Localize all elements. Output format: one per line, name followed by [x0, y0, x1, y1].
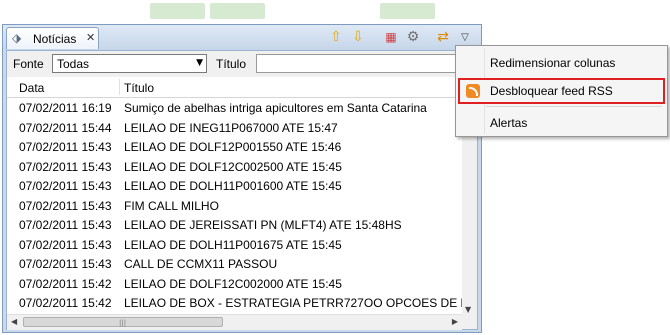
row-title: FIM CALL MILHO — [124, 198, 219, 213]
row-title: LEILAO DE DOLF12C002500 ATE 15:45 — [124, 159, 342, 174]
row-date: 07/02/2011 15:43 — [19, 218, 112, 232]
column-header-titulo[interactable]: Título — [124, 81, 154, 95]
panel-body: Fonte Todas ▼ Título Data Título 07/02/2… — [6, 50, 478, 330]
menu-item-label: Redimensionar colunas — [490, 56, 616, 70]
row-date: 07/02/2011 15:42 — [19, 296, 112, 310]
grid-icon[interactable]: ▦ — [381, 28, 401, 47]
row-date: 07/02/2011 15:42 — [19, 276, 112, 291]
table-row[interactable]: 07/02/2011 15:43 LEILAO DE DOLH11P001675 … — [7, 235, 462, 255]
menu-item-redimensionar-colunas[interactable]: Redimensionar colunas — [458, 50, 665, 76]
table-row[interactable]: 07/02/2011 15:43 LEILAO DE JEREISSATI PN … — [7, 215, 462, 235]
close-icon[interactable]: ✕ — [86, 31, 95, 44]
row-title: Sumiço de abelhas intriga apicultores em… — [124, 101, 427, 115]
row-date: 07/02/2011 15:43 — [19, 237, 112, 252]
titulo-label: Título — [216, 57, 247, 71]
news-panel: ⬗ Notícias ✕ ⇧ ⇩ ▦ ⚙ ⇄ ▽ Fonte Todas ▼ T… — [2, 24, 482, 333]
fonte-select-value: Todas — [57, 57, 90, 71]
column-header-data[interactable]: Data — [19, 81, 44, 95]
fonte-select[interactable]: Todas ▼ — [52, 54, 207, 73]
tag-icon: ⬗ — [12, 31, 22, 45]
table-row[interactable]: 07/02/2011 15:43 LEILAO DE DOLH11P001600 … — [7, 176, 462, 196]
table-row[interactable]: 07/02/2011 15:43 CALL DE CCMX11 PASSOU — [7, 254, 462, 274]
table-header: Data Título — [7, 77, 477, 98]
grip-icon: ||| — [119, 319, 127, 327]
rss-icon — [466, 84, 480, 98]
column-separator[interactable] — [119, 79, 120, 95]
blurred-cell — [150, 3, 205, 19]
row-date: 07/02/2011 15:43 — [19, 179, 112, 193]
tab-noticias[interactable]: ⬗ Notícias ✕ — [6, 27, 99, 49]
menu-item-desbloquear-feed-rss[interactable]: Desbloquear feed RSS — [458, 78, 665, 104]
row-title: LEILAO DE BOX - ESTRATEGIA PETRR727OO OP… — [124, 296, 462, 310]
row-date: 07/02/2011 15:44 — [19, 120, 112, 135]
table-row[interactable]: 07/02/2011 15:44 LEILAO DE INEG11P067000 … — [7, 118, 462, 138]
menu-item-alertas[interactable]: Alertas — [458, 110, 665, 136]
dropdown-arrow-icon: ▼ — [196, 58, 203, 68]
arrow-down-icon[interactable]: ⇩ — [348, 28, 368, 47]
scroll-right-icon[interactable]: ▶ — [452, 317, 458, 326]
table-row[interactable]: 07/02/2011 15:43 LEILAO DE DOLF12P001550 … — [7, 137, 462, 157]
scroll-left-icon[interactable]: ◀ — [11, 317, 17, 326]
menu-separator — [486, 106, 662, 107]
scrollbar-thumb[interactable]: ||| — [23, 317, 223, 327]
row-title: CALL DE CCMX11 PASSOU — [124, 257, 278, 271]
menu-item-label: Alertas — [490, 116, 528, 130]
row-title: LEILAO DE DOLH11P001600 ATE 15:45 — [124, 179, 342, 193]
resize-grip[interactable] — [462, 314, 477, 329]
news-list: 07/02/2011 16:19 Sumiço de abelhas intrig… — [7, 98, 462, 316]
blurred-cell — [210, 3, 265, 19]
menu-item-label: Desbloquear feed RSS — [490, 84, 613, 98]
table-row[interactable]: 07/02/2011 15:43 LEILAO DE DOLF12C002500 … — [7, 157, 462, 177]
context-menu: Redimensionar colunas Desbloquear feed R… — [455, 45, 668, 137]
horizontal-scrollbar[interactable]: ◀ ||| ▶ — [7, 314, 462, 330]
row-date: 07/02/2011 15:43 — [19, 198, 112, 213]
arrow-up-icon[interactable]: ⇧ — [326, 28, 346, 47]
panel-tabstrip: ⬗ Notícias ✕ ⇧ ⇩ ▦ ⚙ ⇄ ▽ — [3, 25, 481, 50]
row-title: LEILAO DE DOLF12P001550 ATE 15:46 — [124, 140, 342, 154]
row-title: LEILAO DE JEREISSATI PN (MLFT4) ATE 15:4… — [124, 218, 402, 232]
row-date: 07/02/2011 16:19 — [19, 101, 112, 115]
gear-icon[interactable]: ⚙ — [403, 28, 423, 47]
background-window-strip — [0, 0, 670, 24]
filter-bar: Fonte Todas ▼ Título — [7, 51, 477, 77]
row-title: LEILAO DE INEG11P067000 ATE 15:47 — [124, 120, 338, 135]
table-row[interactable]: 07/02/2011 16:19 Sumiço de abelhas intrig… — [7, 98, 462, 118]
refresh-icon[interactable]: ⇄ — [433, 28, 453, 47]
scroll-down-icon[interactable]: ▼ — [465, 305, 471, 314]
table-row[interactable]: 07/02/2011 15:42 LEILAO DE DOLF12C002000 … — [7, 274, 462, 294]
fonte-label: Fonte — [13, 57, 44, 71]
titulo-input[interactable] — [256, 54, 476, 73]
blurred-cell — [380, 3, 435, 19]
table-row[interactable]: 07/02/2011 15:43 FIM CALL MILHO — [7, 196, 462, 216]
row-date: 07/02/2011 15:43 — [19, 140, 112, 154]
row-date: 07/02/2011 15:43 — [19, 159, 112, 174]
tab-label: Notícias — [33, 32, 77, 46]
row-title: LEILAO DE DOLF12C002000 ATE 15:45 — [124, 276, 342, 291]
table-row[interactable]: 07/02/2011 15:42 LEILAO DE BOX - ESTRATEG… — [7, 293, 462, 313]
row-date: 07/02/2011 15:43 — [19, 257, 112, 271]
row-title: LEILAO DE DOLH11P001675 ATE 15:45 — [124, 237, 342, 252]
